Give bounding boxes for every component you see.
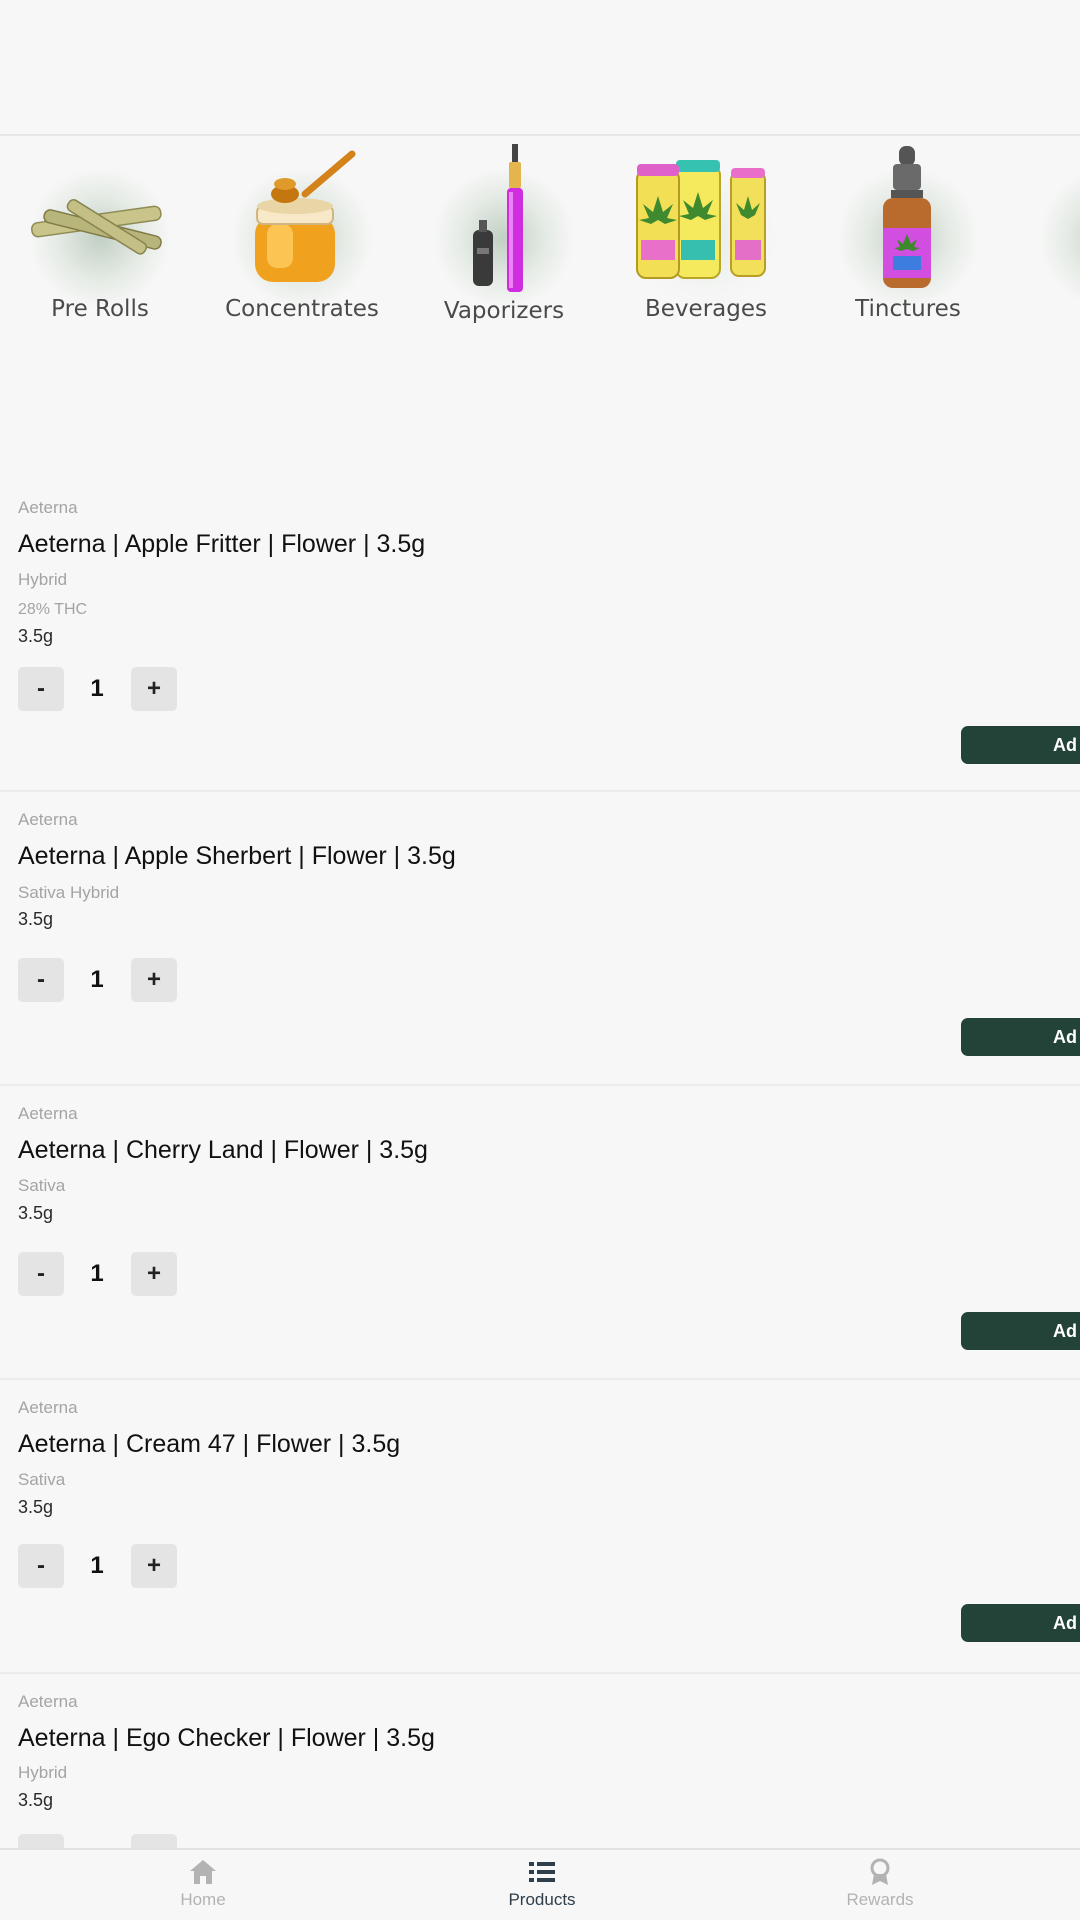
- tincture-bottle-icon: [883, 146, 931, 288]
- list-icon: [529, 1862, 555, 1882]
- product-name[interactable]: Aeterna | Apple Fritter | Flower | 3.5g: [18, 530, 425, 559]
- category-label: Beverages: [645, 296, 767, 322]
- increase-quantity-button[interactable]: +: [131, 1544, 177, 1588]
- product-strain: Hybrid: [18, 570, 68, 589]
- add-to-cart-button[interactable]: Ad: [961, 1312, 1080, 1350]
- home-icon: [190, 1860, 216, 1884]
- add-to-cart-button[interactable]: Ad: [961, 1604, 1080, 1642]
- category-beverages[interactable]: Beverages: [606, 138, 796, 338]
- decrease-quantity-button[interactable]: -: [18, 1252, 64, 1296]
- product-strain: Hybrid: [18, 1763, 68, 1782]
- product-thc: 28% THC: [18, 601, 88, 618]
- top-bar: [0, 0, 1080, 136]
- category-pre-rolls[interactable]: Pre Rolls: [0, 138, 190, 338]
- product-weight: 3.5g: [18, 909, 54, 929]
- nav-home[interactable]: Home: [133, 1858, 273, 1910]
- product-card: Aeterna Aeterna | Cherry Land | Flower |…: [0, 1086, 1080, 1380]
- nav-label: Rewards: [846, 1890, 914, 1909]
- product-brand: Aeterna: [18, 498, 78, 517]
- product-weight: 3.5g: [18, 626, 54, 646]
- category-vaporizers[interactable]: Vaporizers: [404, 138, 594, 338]
- product-strain: Sativa Hybrid: [18, 883, 120, 902]
- edibles-icon: [1035, 144, 1080, 294]
- product-card: Aeterna Aeterna | Ego Checker | Flower |…: [0, 1674, 1080, 1878]
- product-card: Aeterna Aeterna | Apple Sherbert | Flowe…: [0, 792, 1080, 1086]
- honey-jar-icon: [255, 150, 356, 282]
- product-name[interactable]: Aeterna | Ego Checker | Flower | 3.5g: [18, 1724, 435, 1753]
- rewards-icon: [870, 1858, 890, 1885]
- decrease-quantity-button[interactable]: -: [18, 667, 64, 711]
- category-edibles[interactable]: E: [1010, 138, 1080, 338]
- product-card: Aeterna Aeterna | Cream 47 | Flower | 3.…: [0, 1380, 1080, 1674]
- decrease-quantity-button[interactable]: -: [18, 958, 64, 1002]
- product-strain: Sativa: [18, 1176, 66, 1195]
- category-label: Vaporizers: [443, 298, 565, 324]
- vape-pen-icon: [473, 144, 523, 292]
- category-label: Tinctures: [855, 296, 961, 322]
- pre-roll-icon: [31, 199, 162, 255]
- product-brand: Aeterna: [18, 1692, 78, 1711]
- nav-label: Products: [508, 1890, 576, 1909]
- bottom-nav: Home Products Rewards: [0, 1848, 1080, 1920]
- category-carousel[interactable]: Pre Rolls Concentrates Vaporizers Bevera…: [0, 138, 1080, 348]
- product-card: Aeterna Aeterna | Apple Fritter | Flower…: [0, 480, 1080, 792]
- nav-products[interactable]: Products: [472, 1858, 612, 1910]
- product-name[interactable]: Aeterna | Cream 47 | Flower | 3.5g: [18, 1430, 400, 1459]
- category-label: Pre Rolls: [51, 296, 149, 322]
- product-weight: 3.5g: [18, 1497, 54, 1517]
- add-to-cart-button[interactable]: Ad: [961, 726, 1080, 764]
- nav-label: Home: [180, 1890, 226, 1909]
- increase-quantity-button[interactable]: +: [131, 958, 177, 1002]
- beverage-cans-icon: [636, 160, 766, 279]
- product-name[interactable]: Aeterna | Cherry Land | Flower | 3.5g: [18, 1136, 428, 1165]
- quantity-value: 1: [90, 1552, 104, 1579]
- category-tinctures[interactable]: Tinctures: [808, 138, 998, 338]
- product-list: Aeterna Aeterna | Apple Fritter | Flower…: [0, 480, 1080, 1878]
- product-brand: Aeterna: [18, 810, 78, 829]
- category-label: E: [1010, 296, 1080, 322]
- product-brand: Aeterna: [18, 1104, 78, 1123]
- category-concentrates[interactable]: Concentrates: [202, 138, 392, 338]
- increase-quantity-button[interactable]: +: [131, 667, 177, 711]
- nav-rewards[interactable]: Rewards: [810, 1858, 950, 1910]
- product-weight: 3.5g: [18, 1203, 54, 1223]
- product-weight: 3.5g: [18, 1790, 54, 1810]
- product-name[interactable]: Aeterna | Apple Sherbert | Flower | 3.5g: [18, 842, 456, 871]
- increase-quantity-button[interactable]: +: [131, 1252, 177, 1296]
- products-page: Pre Rolls Concentrates Vaporizers Bevera…: [0, 0, 1080, 1920]
- category-label: Concentrates: [225, 296, 379, 322]
- product-brand: Aeterna: [18, 1398, 78, 1417]
- quantity-value: 1: [90, 675, 104, 702]
- product-strain: Sativa: [18, 1470, 66, 1489]
- quantity-value: 1: [90, 966, 104, 993]
- add-to-cart-button[interactable]: Ad: [961, 1018, 1080, 1056]
- quantity-value: 1: [90, 1260, 104, 1287]
- decrease-quantity-button[interactable]: -: [18, 1544, 64, 1588]
